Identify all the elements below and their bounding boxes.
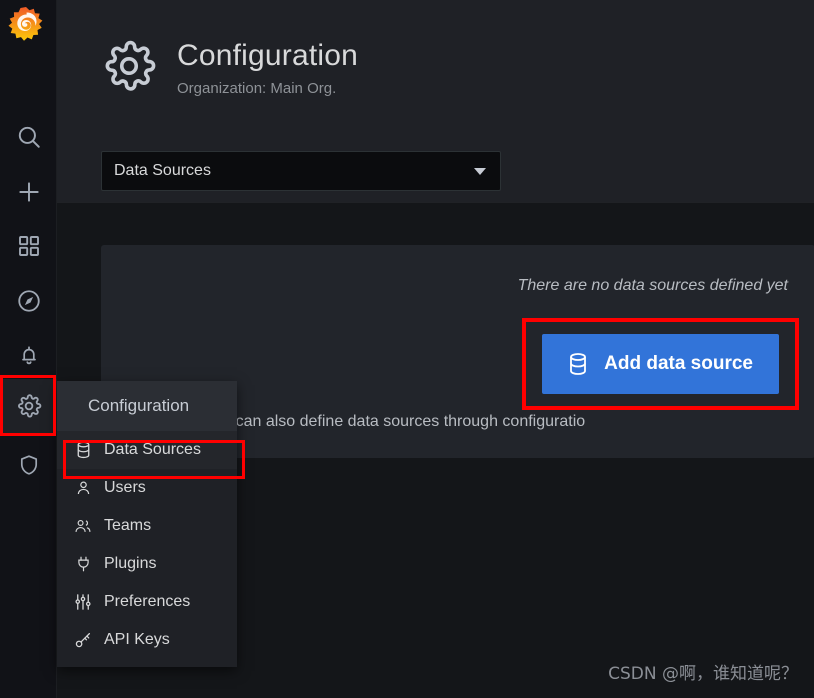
sidebar-item-dashboards[interactable] [0, 219, 57, 273]
menu-item-plugins[interactable]: Plugins [57, 545, 237, 583]
sidebar-item-configuration[interactable] [0, 379, 57, 433]
page-title: Configuration [177, 39, 359, 72]
add-data-source-label: Add data source [604, 353, 753, 374]
sliders-icon [74, 593, 92, 611]
user-icon [74, 479, 92, 497]
flyout-menu-header: Configuration [57, 381, 237, 431]
highlight-box-add-data-source: Add data source [522, 318, 799, 410]
watermark: CSDN @啊，谁知道呢？ [608, 664, 798, 684]
chevron-down-icon [474, 167, 486, 175]
menu-item-label: Preferences [104, 593, 191, 610]
shield-icon [17, 453, 41, 477]
page-section-dropdown[interactable]: Data Sources [101, 151, 501, 191]
sidebar-item-search[interactable] [0, 110, 57, 164]
menu-item-label: Plugins [104, 555, 157, 572]
menu-item-preferences[interactable]: Preferences [57, 583, 237, 621]
bell-icon [17, 343, 41, 367]
configuration-flyout-menu: Configuration Data Sources Users Teams P… [57, 381, 237, 667]
menu-item-label: Data Sources [104, 441, 201, 458]
users-icon [74, 517, 92, 535]
sidebar-nav-rail [0, 0, 57, 698]
sidebar-item-alerting[interactable] [0, 328, 57, 382]
sidebar-item-create[interactable] [0, 165, 57, 219]
database-icon [568, 352, 588, 376]
menu-item-data-sources[interactable]: Data Sources [57, 431, 237, 469]
key-icon [74, 631, 92, 649]
plug-icon [74, 555, 92, 573]
menu-item-label: API Keys [104, 631, 170, 648]
plus-icon [16, 179, 42, 205]
grafana-configuration-page: Configuration Organization: Main Org. Da… [0, 0, 814, 698]
gear-icon [101, 38, 157, 94]
add-data-source-button[interactable]: Add data source [542, 334, 779, 394]
menu-item-label: Users [104, 479, 146, 496]
grafana-logo-icon[interactable] [4, 3, 48, 47]
dashboards-icon [17, 234, 41, 258]
menu-item-teams[interactable]: Teams [57, 507, 237, 545]
menu-item-api-keys[interactable]: API Keys [57, 621, 237, 659]
page-header: Configuration Organization: Main Org. Da… [57, 0, 814, 203]
menu-item-users[interactable]: Users [57, 469, 237, 507]
page-subtitle: Organization: Main Org. [177, 80, 337, 97]
database-icon [74, 441, 92, 459]
gear-icon [16, 393, 42, 419]
dropdown-selected-value: Data Sources [114, 162, 211, 179]
page-header-inner: Configuration Organization: Main Org. [101, 38, 358, 100]
menu-item-label: Teams [104, 517, 152, 534]
search-icon [16, 124, 42, 150]
page-header-text: Configuration Organization: Main Org. [177, 38, 358, 100]
empty-state-message: There are no data sources defined yet [517, 277, 788, 294]
sidebar-item-explore[interactable] [0, 274, 57, 328]
compass-icon [16, 288, 42, 314]
sidebar-item-server-admin[interactable] [0, 438, 57, 492]
